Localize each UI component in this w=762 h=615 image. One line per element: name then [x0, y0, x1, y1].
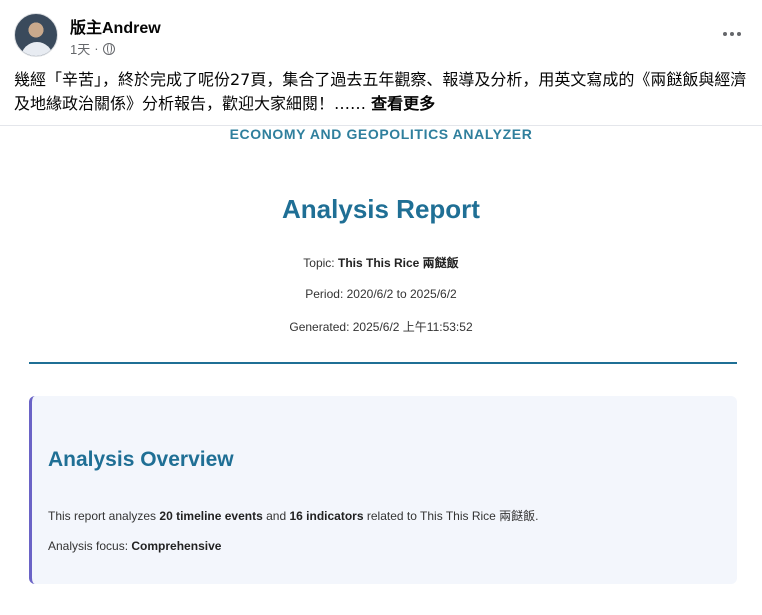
see-more-link[interactable]: 查看更多 [371, 94, 435, 113]
report-rule [29, 362, 737, 364]
more-options-icon[interactable] [716, 22, 748, 46]
post-header: 版主Andrew 1天 · [0, 0, 762, 64]
overview-title: Analysis Overview [48, 448, 234, 471]
overview-card: Analysis Overview This report analyzes 2… [29, 396, 737, 584]
post-author[interactable]: 版主Andrew [70, 14, 161, 38]
report-image[interactable]: ECONOMY AND GEOPOLITICS ANALYZER Analysi… [0, 126, 762, 615]
overview-text: This report analyzes 20 timeline events … [48, 509, 539, 523]
post-time[interactable]: 1天 [70, 39, 90, 58]
avatar[interactable] [14, 13, 58, 57]
report-generated: Generated: 2025/6/2 上午11:53:52 [289, 320, 473, 334]
post-meta: 1天 · [70, 39, 115, 58]
meta-separator: · [94, 41, 99, 56]
post-text: 幾經「辛苦」，終於完成了呢份27頁，集合了過去五年觀察、報導及分析，用英文寫成的… [14, 68, 754, 116]
report-topic: Topic: This This Rice 兩餸飯 [303, 256, 459, 270]
report-banner: ECONOMY AND GEOPOLITICS ANALYZER [229, 126, 533, 142]
report-period: Period: 2020/6/2 to 2025/6/2 [305, 287, 457, 301]
overview-focus: Analysis focus: Comprehensive [48, 539, 222, 553]
report-title: Analysis Report [282, 194, 480, 224]
globe-icon[interactable] [102, 42, 115, 55]
